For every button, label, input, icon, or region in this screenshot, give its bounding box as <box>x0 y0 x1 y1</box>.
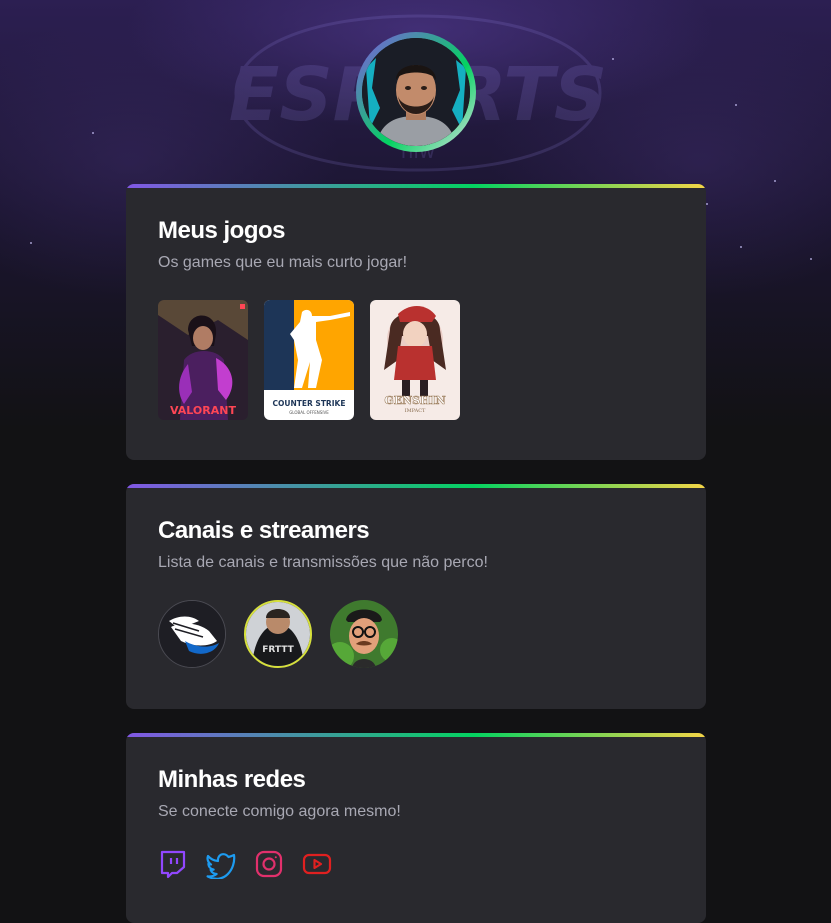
twitch-icon[interactable] <box>158 849 188 879</box>
games-card: Meus jogos Os games que eu mais curto jo… <box>126 184 706 460</box>
twitter-icon[interactable] <box>206 849 236 880</box>
game-counter-strike[interactable]: COUNTER STRIKE GLOBAL OFFENSIVE <box>264 300 354 420</box>
star-decoration <box>774 180 776 182</box>
game-valorant[interactable]: VALORANT <box>158 300 248 420</box>
channel-wing-logo[interactable] <box>158 600 226 668</box>
channel-glasses-streamer[interactable] <box>330 600 398 668</box>
youtube-icon[interactable] <box>302 849 332 879</box>
svg-text:GLOBAL OFFENSIVE: GLOBAL OFFENSIVE <box>289 410 329 415</box>
games-list: VALORANT COUNTER STRIKE GLOBAL OFFENSIVE <box>158 300 460 420</box>
avatar-photo <box>362 38 470 146</box>
channel-frttt[interactable]: FRTTT <box>244 600 312 668</box>
star-decoration <box>706 203 708 205</box>
star-decoration <box>740 246 742 248</box>
star-decoration <box>30 242 32 244</box>
star-decoration <box>612 58 614 60</box>
svg-text:GENSHIN: GENSHIN <box>384 394 445 407</box>
games-title: Meus jogos <box>158 217 286 244</box>
game-genshin-impact[interactable]: GENSHIN IMPACT <box>370 300 460 420</box>
socials-subtitle: Se conecte comigo agora mesmo! <box>158 803 401 820</box>
svg-text:IMPACT: IMPACT <box>405 408 426 414</box>
star-decoration <box>92 132 94 134</box>
star-decoration <box>810 258 812 260</box>
channels-list: FRTTT <box>158 600 398 668</box>
svg-text:COUNTER STRIKE: COUNTER STRIKE <box>273 399 346 408</box>
profile-avatar <box>356 32 476 152</box>
socials-title: Minhas redes <box>158 766 306 793</box>
channels-title: Canais e streamers <box>158 517 370 544</box>
games-subtitle: Os games que eu mais curto jogar! <box>158 254 408 271</box>
instagram-icon[interactable] <box>254 849 284 879</box>
socials-list <box>158 849 332 880</box>
channels-subtitle: Lista de canais e transmissões que não p… <box>158 554 488 571</box>
channels-card: Canais e streamers Lista de canais e tra… <box>126 484 706 709</box>
svg-text:FRTTT: FRTTT <box>262 645 294 655</box>
socials-card: Minhas redes Se conecte comigo agora mes… <box>126 733 706 923</box>
star-decoration <box>735 104 737 106</box>
svg-text:VALORANT: VALORANT <box>170 404 236 417</box>
